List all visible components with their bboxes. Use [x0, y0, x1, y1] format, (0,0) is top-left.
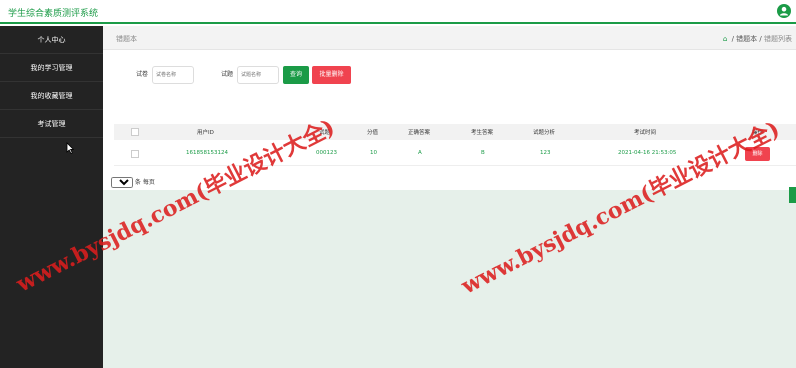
cell-exam-time: 2021-04-16 21:53:05 [618, 150, 677, 156]
pagination: 10 条 每页 [111, 177, 155, 188]
sidebar-item-my-favorites[interactable]: 我的收藏管理 [0, 82, 103, 110]
table-row: 161858153124 000123 10 A B 123 2021-04-1… [114, 142, 796, 166]
paper-label: 试卷 [136, 71, 149, 78]
pagination-edge [789, 187, 796, 203]
column-header: 操作 [752, 130, 764, 136]
page-title: 错题本 [116, 35, 137, 43]
cell-analysis: 123 [540, 150, 551, 156]
cell-question: 000123 [316, 150, 337, 156]
main-content: 错题本 ⌂ / 错题本 / 错题列表 试卷 试题 查询 批量删除 用户ID 试题… [103, 26, 796, 368]
cell-correct-answer: A [418, 150, 422, 156]
breadcrumb-mid[interactable]: 错题本 [736, 35, 757, 43]
question-search-input[interactable] [237, 66, 279, 84]
column-header[interactable]: 试题 [319, 128, 330, 136]
column-header[interactable]: 正确答案 [408, 128, 430, 136]
sidebar-item-personal-center[interactable]: 个人中心 [0, 26, 103, 54]
breadcrumb: 错题本 ⌂ / 错题本 / 错题列表 [103, 26, 796, 50]
page-size-select[interactable]: 10 [111, 177, 133, 188]
user-avatar-icon[interactable] [777, 4, 791, 18]
cell-user-id: 161858153124 [186, 150, 228, 156]
breadcrumb-path: ⌂ / 错题本 / 错题列表 [722, 35, 792, 43]
list-panel: 试卷 试题 查询 批量删除 用户ID 试题 分值 正确答案 考生答案 试题分析 … [103, 50, 796, 203]
search-button[interactable]: 查询 [283, 66, 309, 84]
app-title: 学生综合素质测评系统 [8, 9, 99, 19]
question-label: 试题 [221, 71, 234, 78]
top-bar: 学生综合素质测评系统 [0, 0, 796, 24]
column-header[interactable]: 试题分析 [533, 128, 555, 136]
mouse-cursor-icon [66, 142, 74, 154]
row-checkbox[interactable] [131, 150, 139, 158]
cell-student-answer: B [481, 150, 485, 156]
sidebar-item-exam-management[interactable]: 考试管理 [0, 110, 103, 138]
sidebar: 个人中心 我的学习管理 我的收藏管理 考试管理 [0, 26, 103, 368]
breadcrumb-current: 错题列表 [764, 35, 792, 43]
cell-score: 10 [370, 150, 377, 156]
batch-delete-button[interactable]: 批量删除 [312, 66, 351, 84]
sidebar-item-my-learning[interactable]: 我的学习管理 [0, 54, 103, 82]
home-icon[interactable]: ⌂ [723, 35, 727, 43]
select-all-checkbox[interactable] [131, 128, 139, 136]
table-header: 用户ID 试题 分值 正确答案 考生答案 试题分析 考试时间 操作 [114, 124, 796, 140]
delete-button[interactable]: 删除 [745, 147, 770, 161]
column-header[interactable]: 考生答案 [471, 128, 493, 136]
column-header[interactable]: 分值 [367, 128, 378, 136]
paper-search-input[interactable] [152, 66, 194, 84]
column-header[interactable]: 用户ID [197, 128, 214, 136]
column-header[interactable]: 考试时间 [634, 128, 656, 136]
page-size-suffix: 条 每页 [134, 179, 155, 186]
